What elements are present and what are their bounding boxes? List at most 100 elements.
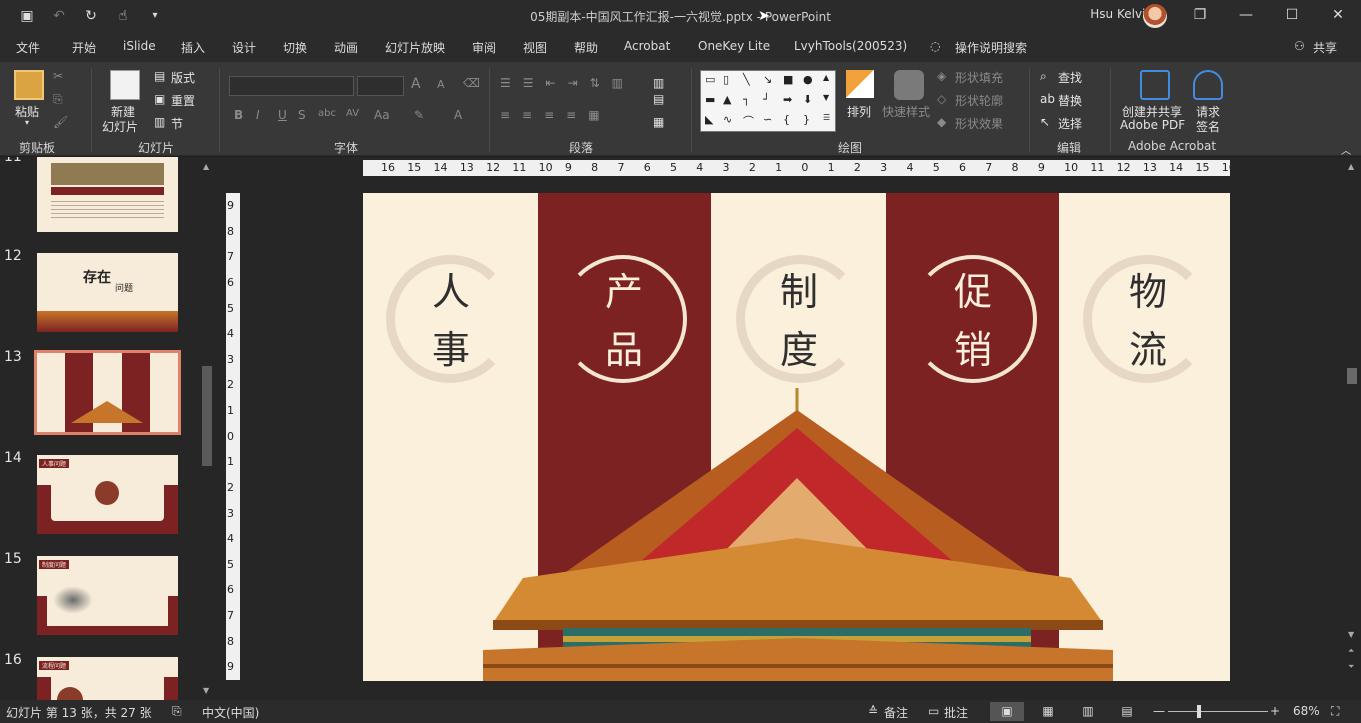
zoom-slider-knob[interactable] [1197,705,1201,718]
request-sign-icon[interactable] [1193,70,1223,100]
undo-icon[interactable]: ↶ [48,5,70,27]
redo-icon[interactable]: ↻ [80,5,102,27]
thumbnail-slide-16[interactable]: 流程问题 [37,657,178,700]
down-arrow-shape-icon[interactable]: ⬇ [803,93,812,106]
thumbnail-slide-13[interactable] [34,350,181,435]
slide-word-promotion[interactable]: 促 销 [943,263,1003,379]
prev-slide-icon[interactable]: ⏶ [1348,646,1354,656]
tab-acrobat[interactable]: Acrobat [624,39,670,53]
oval-shape-icon[interactable]: ● [803,73,813,86]
brace-right-shape-icon[interactable]: } [803,113,810,126]
arc-shape-icon[interactable]: ⌒ [743,113,754,129]
find-button[interactable]: 查找 [1058,69,1082,86]
save-icon[interactable]: ▣ [16,5,38,27]
reset-button[interactable]: 重置 [171,92,195,109]
vertical-ruler[interactable]: 9 8 7 6 5 4 3 2 1 0 1 2 3 4 5 6 7 8 9 [226,193,240,680]
minimize-button[interactable]: — [1223,0,1269,32]
editor-scrollbar[interactable]: ▲ ▼ ⏶ ⏷ [1344,160,1360,680]
right-arrow-shape-icon[interactable]: ➡ [783,93,792,106]
tab-review[interactable]: 审阅 [472,39,496,56]
section-button[interactable]: 节 [171,115,183,132]
tab-lvyhtools[interactable]: LvyhTools(200523) [794,39,907,53]
slide-word-logistics[interactable]: 物 流 [1118,263,1178,379]
thumbnail-slide-12[interactable]: 存在 问题 [37,253,178,332]
palace-roof-image[interactable] [483,388,1113,681]
zoom-out-icon[interactable]: — [1153,704,1165,718]
tab-help[interactable]: 帮助 [574,39,598,56]
triangle-shape-icon[interactable]: ▲ [723,93,731,106]
thumbnail-slide-15[interactable]: 制度问题 [37,556,178,635]
format-painter-icon[interactable]: 🖌 [53,115,68,129]
language-indicator[interactable]: 中文(中国) [202,704,259,721]
tab-view[interactable]: 视图 [523,39,547,56]
smartart-icon[interactable]: ▦ [653,115,664,129]
quick-styles-icon[interactable] [894,70,924,100]
underline-button[interactable]: U [278,108,287,122]
slideshow-view-icon[interactable]: ▤ [1110,702,1144,721]
fit-slide-icon[interactable]: ⛶ [1331,704,1339,719]
create-pdf-icon[interactable] [1140,70,1170,100]
tab-file[interactable]: 文件 [16,39,40,56]
slide-word-product[interactable]: 产 品 [594,263,654,379]
request-sign-label-2[interactable]: 签名 [1196,118,1220,135]
slide-canvas[interactable]: 人 事 产 品 制 度 促 销 物 流 [363,193,1230,681]
touch-mode-icon[interactable]: ☝ [112,5,134,27]
new-slide-label-2[interactable]: 幻灯片 [102,118,138,135]
thumbnail-slide-11[interactable] [37,157,178,232]
scroll-up-icon[interactable]: ▲ [203,162,209,171]
list-buttons[interactable]: ☰☰⇤⇥⇅▥ [500,76,635,90]
thumbnail-scrollbar[interactable]: ▲ ▼ [200,160,214,698]
scroll-thumb[interactable] [202,366,212,466]
elbow2-shape-icon[interactable]: ┘ [763,93,770,106]
arrow-line-shape-icon[interactable]: ↘ [763,73,772,86]
replace-button[interactable]: 替换 [1058,92,1082,109]
slide-word-hr[interactable]: 人 事 [421,263,481,379]
scroll-down-icon[interactable]: ▼ [1348,630,1354,639]
scroll-up-icon[interactable]: ▲ [1348,162,1354,171]
slide-sorter-icon[interactable]: ▦ [1031,702,1065,721]
create-share-pdf-label-2[interactable]: Adobe PDF [1120,118,1185,132]
tell-me-search[interactable]: 操作说明搜索 [955,39,1027,56]
arrange-icon[interactable] [846,70,874,98]
font-size-combo[interactable] [357,76,404,96]
line-shape-icon[interactable]: ╲ [743,73,750,86]
tab-onekey[interactable]: OneKey Lite [698,39,770,53]
highlight-icon[interactable]: ✎ [414,108,424,122]
notes-button[interactable]: 备注 [884,704,908,721]
italic-button[interactable]: I [256,108,260,122]
tab-home[interactable]: 开始 [72,39,96,56]
strikethrough-button[interactable]: abc [318,108,336,119]
horizontal-ruler[interactable]: 16 15 14 13 12 11 10 9 8 7 6 5 4 3 2 1 0 1 2 3 4 5 6 7 8 9 10 11 12 1… [363,160,1230,176]
align-text-icon[interactable]: ▤ [653,92,664,106]
close-button[interactable]: ✕ [1315,0,1361,32]
scroll-down-icon[interactable]: ▼ [203,686,209,695]
clear-format-icon[interactable]: ⌫ [463,76,480,90]
shape-fill-button[interactable]: 形状填充 [955,69,1003,86]
font-shrink-button[interactable]: A [437,78,445,91]
wave-shape-icon[interactable]: ∽ [763,113,772,126]
curve-shape-icon[interactable]: ∿ [723,113,732,126]
gallery-more-icon[interactable]: ☰ [823,113,830,122]
change-case-button[interactable]: Aa [374,108,390,122]
shape-gallery[interactable]: ▭ ▯ ╲ ↘ ■ ● ▬ ▲ ┐ ┘ ➡ ⬇ ◣ ∿ ⌒ ∽ { } ▲ ▼ … [700,70,836,132]
next-slide-icon[interactable]: ⏷ [1348,662,1354,672]
new-slide-icon[interactable] [110,70,140,100]
scroll-thumb[interactable] [1347,368,1357,384]
elbow-shape-icon[interactable]: ┐ [743,93,750,106]
cut-icon[interactable]: ✂ [53,69,63,83]
zoom-slider[interactable] [1168,711,1268,712]
maximize-button[interactable]: ☐ [1269,0,1315,32]
reading-view-icon[interactable]: ▥ [1071,702,1105,721]
shadow-button[interactable]: S [298,108,306,122]
layout-button[interactable]: 版式 [171,69,195,86]
font-color-button[interactable]: A [454,108,462,122]
select-button[interactable]: 选择 [1058,115,1082,132]
gallery-down-icon[interactable]: ▼ [823,93,829,102]
slide-word-system[interactable]: 制 度 [769,263,829,379]
tab-slideshow[interactable]: 幻灯片放映 [385,39,445,56]
arrange-button[interactable]: 排列 [847,103,871,120]
accessibility-icon[interactable]: ⎘ [172,704,182,719]
freeform-shape-icon[interactable]: ◣ [705,113,713,126]
textbox-shape-icon[interactable]: ▭ [705,73,715,86]
vtextbox-shape-icon[interactable]: ▯ [723,73,729,86]
